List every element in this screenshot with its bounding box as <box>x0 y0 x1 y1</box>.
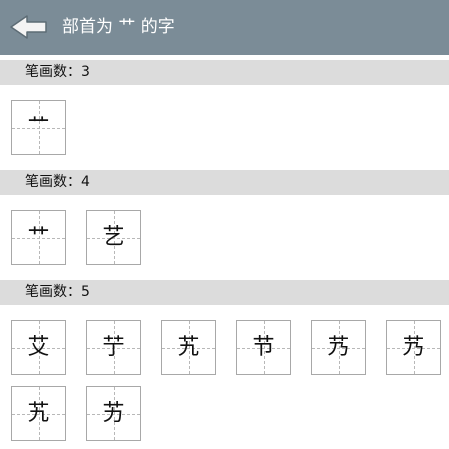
char-glyph: 艿 <box>327 335 350 360</box>
char-glyph: 艽 <box>27 401 50 426</box>
char-cell[interactable]: 艺 <box>86 210 141 265</box>
page-title: 部首为 艹 的字 <box>62 17 175 37</box>
char-cell[interactable]: 艼 <box>86 320 141 375</box>
char-cell[interactable]: 艽 <box>11 386 66 441</box>
back-arrow-icon <box>10 15 47 39</box>
back-button[interactable] <box>9 12 49 42</box>
char-glyph: 艻 <box>102 401 125 426</box>
title-bar: 部首为 艹 的字 <box>0 0 449 55</box>
char-glyph: 艹 <box>27 225 50 250</box>
char-cell[interactable]: 艾 <box>11 320 66 375</box>
char-cell[interactable]: 艽 <box>161 320 216 375</box>
section-header-stroke-3: 笔画数：3 <box>0 60 449 85</box>
char-cell[interactable]: 艿 <box>311 320 366 375</box>
char-cell[interactable]: 艻 <box>86 386 141 441</box>
char-cell[interactable]: 艿 <box>386 320 441 375</box>
char-glyph: 艾 <box>27 335 50 360</box>
section-header-stroke-5: 笔画数：5 <box>0 280 449 305</box>
char-glyph: 艼 <box>102 335 125 360</box>
section-header-stroke-4: 笔画数：4 <box>0 170 449 195</box>
char-cell[interactable]: 艹 <box>11 210 66 265</box>
char-glyph: 艺 <box>102 225 125 250</box>
char-glyph: 艽 <box>177 335 200 360</box>
char-glyph: 艿 <box>402 335 425 360</box>
char-cell[interactable]: 艹 <box>11 100 66 155</box>
char-cell[interactable]: 节 <box>236 320 291 375</box>
char-glyph: 节 <box>252 335 275 360</box>
